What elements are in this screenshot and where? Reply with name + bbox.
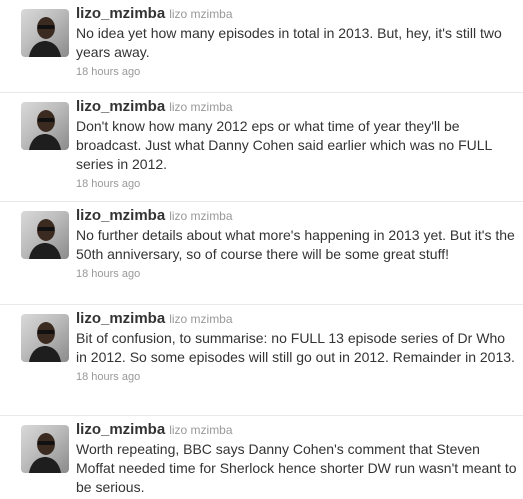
tweet-text: Bit of confusion, to summarise: no FULL … <box>76 330 515 365</box>
tweet-timestamp[interactable]: 18 hours ago <box>76 176 517 192</box>
tweet-username[interactable]: lizo_mzimba <box>76 5 165 22</box>
tweet-text: Worth repeating, BBC says Danny Cohen's … <box>76 441 517 495</box>
tweet-timestamp[interactable]: 18 hours ago <box>76 64 517 80</box>
avatar[interactable] <box>21 425 69 473</box>
tweet: lizo_mzimba lizo mzimba Worth repeating, … <box>0 416 523 499</box>
tweet-fullname: lizo mzimba <box>169 423 233 437</box>
avatar[interactable] <box>21 211 69 259</box>
tweet-username[interactable]: lizo_mzimba <box>76 421 165 438</box>
avatar[interactable] <box>21 102 69 150</box>
avatar[interactable] <box>21 9 69 57</box>
tweet-username[interactable]: lizo_mzimba <box>76 207 165 224</box>
tweet-fullname: lizo mzimba <box>169 7 233 21</box>
tweet: lizo_mzimba lizo mzimba No further detail… <box>0 202 523 305</box>
tweet-text: Don't know how many 2012 eps or what tim… <box>76 118 492 172</box>
tweet-text: No idea yet how many episodes in total i… <box>76 25 502 60</box>
tweet-text: No further details about what more's hap… <box>76 227 515 262</box>
tweet-timestamp[interactable]: 18 hours ago <box>76 369 517 385</box>
tweet-fullname: lizo mzimba <box>169 209 233 223</box>
tweet-fullname: lizo mzimba <box>169 312 233 326</box>
tweet-username[interactable]: lizo_mzimba <box>76 310 165 327</box>
tweet-username[interactable]: lizo_mzimba <box>76 98 165 115</box>
tweet: lizo_mzimba lizo mzimba No idea yet how m… <box>0 0 523 93</box>
tweet: lizo_mzimba lizo mzimba Bit of confusion,… <box>0 305 523 416</box>
tweet-feed: lizo_mzimba lizo mzimba No idea yet how m… <box>0 0 523 499</box>
avatar[interactable] <box>21 314 69 362</box>
tweet-timestamp[interactable]: 18 hours ago <box>76 266 517 282</box>
tweet: lizo_mzimba lizo mzimba Don't know how ma… <box>0 93 523 202</box>
tweet-fullname: lizo mzimba <box>169 100 233 114</box>
